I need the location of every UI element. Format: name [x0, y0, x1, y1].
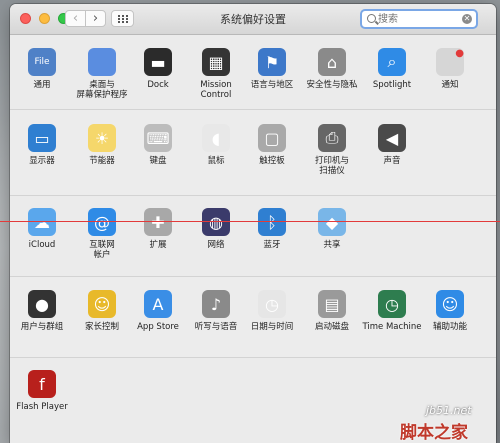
spotlight-icon: ⌕: [378, 48, 406, 76]
pane-label: 互联网 帐户: [89, 240, 115, 260]
pane-network[interactable]: ◍ 网络: [186, 208, 246, 250]
bluetooth-icon: ᛒ: [258, 208, 286, 236]
extensions-icon: ✚: [144, 208, 172, 236]
pane-trackpad[interactable]: ▢ 触控板: [242, 124, 302, 166]
pane-label: 桌面与 屏幕保护程序: [76, 80, 128, 100]
pane-bluetooth[interactable]: ᛒ 蓝牙: [242, 208, 302, 250]
pane-label: 通知: [441, 80, 459, 90]
security-privacy-icon: ⌂: [318, 48, 346, 76]
title-bar[interactable]: ‹ › 系统偏好设置 ✕: [10, 4, 496, 35]
desktop-screensaver-icon: [88, 48, 116, 76]
energy-saver-icon: ☀: [88, 124, 116, 152]
pane-label: iCloud: [28, 240, 56, 250]
pane-label: 显示器: [29, 156, 55, 166]
dock-icon: ▬: [144, 48, 172, 76]
pane-label: 键盘: [149, 156, 167, 166]
pane-label: Spotlight: [372, 80, 412, 90]
pane-label: 打印机与 扫描仪: [314, 156, 349, 176]
pane-label: 日期与时间: [250, 322, 294, 332]
pane-label: Flash Player: [16, 402, 68, 412]
general-icon: File: [28, 48, 56, 76]
notifications-icon: ●: [436, 48, 464, 76]
startup-disk-icon: ▤: [318, 290, 346, 318]
system-preferences-window: ‹ › 系统偏好设置 ✕ File 通用 桌面与 屏幕保护程序 ▬ Dock ▦ Missi…: [10, 4, 496, 443]
watermark-name: 脚本之家: [400, 423, 468, 443]
date-time-icon: ◷: [258, 290, 286, 318]
trackpad-icon: ▢: [258, 124, 286, 152]
pane-label: 扩展: [149, 240, 167, 250]
keyboard-icon: ⌨: [144, 124, 172, 152]
internet-accounts-icon: @: [88, 208, 116, 236]
pane-label: 启动磁盘: [314, 322, 349, 332]
pane-label: 鼠标: [207, 156, 225, 166]
pane-language-region[interactable]: ⚑ 语言与地区: [242, 48, 302, 90]
mission-control-icon: ▦: [202, 48, 230, 76]
pane-sharing[interactable]: ◆ 共享: [302, 208, 362, 250]
mouse-icon: ◖: [202, 124, 230, 152]
pane-keyboard[interactable]: ⌨ 键盘: [128, 124, 188, 166]
pane-label: Dock: [147, 80, 169, 90]
pane-label: 声音: [383, 156, 401, 166]
pane-displays[interactable]: ▭ 显示器: [12, 124, 72, 166]
pane-label: 用户与群组: [20, 322, 64, 332]
pane-label: 安全性与隐私: [306, 80, 358, 90]
watermark-site: jb51.net: [426, 404, 472, 417]
pane-dictation-speech[interactable]: ♪ 听写与语音: [186, 290, 246, 332]
pane-mission-control[interactable]: ▦ Mission Control: [186, 48, 246, 100]
pane-label: Time Machine: [362, 322, 422, 332]
pane-internet-accounts[interactable]: @ 互联网 帐户: [72, 208, 132, 260]
network-icon: ◍: [202, 208, 230, 236]
pane-label: 通用: [33, 80, 51, 90]
flash-player-icon: f: [28, 370, 56, 398]
app-store-icon: A: [144, 290, 172, 318]
pane-app-store[interactable]: A App Store: [128, 290, 188, 332]
pane-label: 家长控制: [84, 322, 119, 332]
search-field[interactable]: ✕: [360, 9, 478, 29]
pane-mouse[interactable]: ◖ 鼠标: [186, 124, 246, 166]
language-region-icon: ⚑: [258, 48, 286, 76]
annotation-line: [0, 221, 500, 222]
pane-general[interactable]: File 通用: [12, 48, 72, 90]
search-input[interactable]: [378, 12, 460, 26]
pane-printers-scanners[interactable]: ⎙ 打印机与 扫描仪: [302, 124, 362, 176]
pane-security-privacy[interactable]: ⌂ 安全性与隐私: [302, 48, 362, 90]
pane-flash-player[interactable]: f Flash Player: [12, 370, 72, 412]
sound-icon: ◀: [378, 124, 406, 152]
pane-energy-saver[interactable]: ☀ 节能器: [72, 124, 132, 166]
pane-label: 共享: [323, 240, 341, 250]
pane-accessibility[interactable]: ☺ 辅助功能: [420, 290, 480, 332]
pane-startup-disk[interactable]: ▤ 启动磁盘: [302, 290, 362, 332]
pane-label: App Store: [137, 322, 179, 332]
pane-label: 辅助功能: [432, 322, 467, 332]
pane-extensions[interactable]: ✚ 扩展: [128, 208, 188, 250]
pane-parental-controls[interactable]: ☺ 家长控制: [72, 290, 132, 332]
parental-controls-icon: ☺: [88, 290, 116, 318]
sharing-icon: ◆: [318, 208, 346, 236]
pane-spotlight[interactable]: ⌕ Spotlight: [362, 48, 422, 90]
pane-label: 节能器: [89, 156, 115, 166]
pane-label: 蓝牙: [263, 240, 281, 250]
users-groups-icon: ●: [28, 290, 56, 318]
pane-desktop-screensaver[interactable]: 桌面与 屏幕保护程序: [72, 48, 132, 100]
clear-search-icon[interactable]: ✕: [462, 14, 472, 24]
pane-sound[interactable]: ◀ 声音: [362, 124, 422, 166]
search-icon: [367, 14, 376, 23]
pane-date-time[interactable]: ◷ 日期与时间: [242, 290, 302, 332]
pane-icloud[interactable]: ☁ iCloud: [12, 208, 72, 250]
pane-dock[interactable]: ▬ Dock: [128, 48, 188, 90]
pane-time-machine[interactable]: ◷ Time Machine: [362, 290, 422, 332]
pane-label: 语言与地区: [250, 80, 294, 90]
pane-label: 触控板: [259, 156, 285, 166]
displays-icon: ▭: [28, 124, 56, 152]
accessibility-icon: ☺: [436, 290, 464, 318]
icloud-icon: ☁: [28, 208, 56, 236]
printers-scanners-icon: ⎙: [318, 124, 346, 152]
dictation-speech-icon: ♪: [202, 290, 230, 318]
pane-label: 网络: [207, 240, 225, 250]
pane-notifications[interactable]: ● 通知: [420, 48, 480, 90]
pane-users-groups[interactable]: ● 用户与群组: [12, 290, 72, 332]
pane-label: Mission Control: [200, 80, 232, 100]
pane-label: 听写与语音: [194, 322, 238, 332]
time-machine-icon: ◷: [378, 290, 406, 318]
